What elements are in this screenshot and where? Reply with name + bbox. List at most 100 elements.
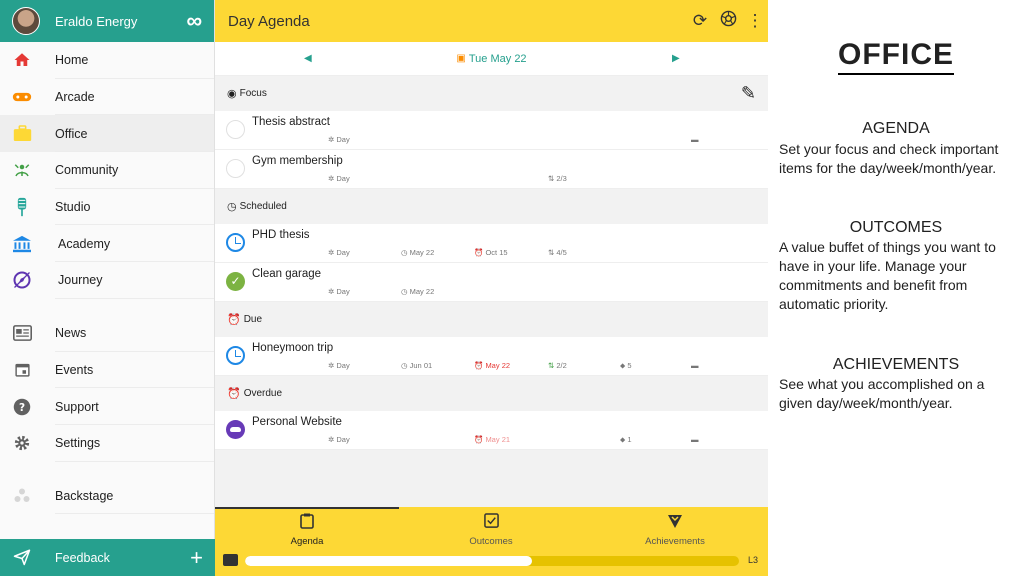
next-day-arrow-icon[interactable]: ▶ [672,53,680,64]
focus-icon: ◉ [227,88,237,100]
page-title: Day Agenda [228,12,310,30]
comment-icon: ▬ [691,135,699,144]
sidebar-item-label: Home [55,53,89,68]
backstage-icon [12,486,32,506]
tab-agenda[interactable]: Agenda [215,513,399,547]
task-date-label: Jun 01 [409,361,433,370]
sidebar-header: Eraldo Energy ∞ [0,0,214,42]
section-title: Focus [239,88,267,99]
task-deadline-label: May 21 [485,435,511,444]
check-circle-outline-icon[interactable] [226,159,245,178]
sidebar-item-academy[interactable]: Academy [0,225,214,262]
task-deadline: ⏰ May 21 [474,435,511,444]
microphone-icon [12,197,32,217]
clock-status-icon[interactable] [226,233,245,252]
clipboard-icon [215,513,399,531]
task-name: Clean garage [252,268,322,280]
section-header-scheduled: ◷ Scheduled [215,189,768,224]
task-name: Gym membership [252,155,343,167]
task-date: ◷ May 22 [401,287,435,296]
sidebar-item-label: Community [55,163,119,178]
achievements-description: See what you accomplished on a given day… [779,376,985,411]
task-steps: ⇅ 4/5 [548,248,567,257]
sidebar-item-news[interactable]: News [0,315,214,352]
svg-text:?: ? [19,401,25,413]
tab-label: Agenda [290,536,324,547]
task-steps-label: 2/3 [556,174,567,183]
tab-label: Outcomes [469,536,513,547]
sidebar-item-label: Journey [58,273,103,288]
tab-achievements[interactable]: Achievements [583,513,767,547]
task-deadline: ⏰ Oct 15 [474,248,508,257]
compass-icon [12,270,32,290]
sidebar-item-community[interactable]: Community [0,152,214,189]
task-scope: ✲ Day [328,174,350,183]
section-title: Due [243,314,263,325]
task-deadline-label: May 22 [485,361,511,370]
refresh-icon[interactable]: ⟳ [686,11,714,31]
comment-icon: ▬ [691,435,699,444]
avatar[interactable] [12,7,40,35]
task-row[interactable]: Gym membership ✲ Day ⇅ 2/3 [215,150,768,189]
task-row[interactable]: Thesis abstract ✲ Day ▬ [215,111,768,150]
main-content: Day Agenda ⟳ ⋮ ◀ ▣ Tue May 22 ▶ ◉ Focus … [215,0,768,576]
prev-day-arrow-icon[interactable]: ◀ [304,53,312,64]
task-scope-label: Day [336,248,350,257]
briefcase-icon [12,124,32,144]
sidebar-item-arcade[interactable]: Arcade [0,79,214,116]
sidebar-item-home[interactable]: Home [0,42,214,79]
feedback-button[interactable]: Feedback + [0,539,215,576]
current-date[interactable]: Tue May 22 [469,53,527,65]
alarm-icon: ⏰ [227,314,241,326]
sidebar-item-studio[interactable]: Studio [0,189,214,226]
task-date: ◷ May 22 [401,248,435,257]
edit-icon[interactable]: ✎ [741,83,756,104]
sidebar-item-backstage[interactable]: Backstage [0,478,214,515]
infinity-icon[interactable]: ∞ [186,10,202,32]
clock-icon: ◷ [227,201,237,213]
task-row[interactable]: Personal Website ✲ Day ⏰ May 21 ⬥ 1 ▬ [215,411,768,450]
panel-title: OFFICE [768,38,1024,75]
check-circle-icon[interactable]: ✓ [226,272,245,291]
cloud-status-icon[interactable] [226,420,245,439]
clock-status-icon[interactable] [226,346,245,365]
task-scope-label: Day [336,135,350,144]
task-deadline: ⏰ May 22 [474,361,511,370]
academy-icon [12,234,32,254]
task-scope-label: Day [336,361,350,370]
calendar-icon: ▣ [456,53,466,64]
app-bar: Day Agenda ⟳ ⋮ [215,0,768,42]
task-deadline-label: Oct 15 [485,248,508,257]
add-icon[interactable]: + [190,546,203,569]
task-date-label: May 22 [409,248,435,257]
task-date-label: May 22 [409,287,435,296]
task-date: ◷ Jun 01 [401,361,433,370]
help-icon: ? [12,397,32,417]
sidebar: Eraldo Energy ∞ Home Arcade Office Commu… [0,0,215,576]
info-panel: OFFICE AGENDA Set your focus and check i… [768,0,1024,576]
sidebar-item-events[interactable]: Events [0,352,214,389]
task-row[interactable]: Honeymoon trip ✲ Day ◷ Jun 01 ⏰ May 22 ⇅… [215,337,768,376]
task-row[interactable]: ✓ Clean garage ✲ Day ◷ May 22 [215,263,768,302]
sidebar-item-label: Backstage [55,488,114,503]
sidebar-item-label: Academy [58,236,111,251]
active-tab-indicator [215,507,399,509]
comment-icon: ▬ [691,361,699,370]
tab-outcomes[interactable]: Outcomes [399,513,583,547]
sidebar-item-journey[interactable]: Journey [0,262,214,299]
level-label: L3 [747,555,758,565]
feedback-label: Feedback [55,550,110,565]
task-scope: ✲ Day [328,435,350,444]
date-navigator: ◀ ▣ Tue May 22 ▶ [215,42,768,76]
agenda-description: Set your focus and check important items… [779,141,999,176]
more-vert-icon[interactable]: ⋮ [742,11,768,31]
sidebar-item-support[interactable]: ? Support [0,388,214,425]
check-circle-outline-icon[interactable] [226,120,245,139]
sidebar-item-office[interactable]: Office [0,115,214,153]
task-scope-label: Day [336,287,350,296]
aperture-icon[interactable] [714,10,742,32]
gear-icon [12,433,32,453]
sidebar-item-settings[interactable]: Settings [0,425,214,462]
newspaper-icon [12,323,32,343]
task-row[interactable]: PHD thesis ✲ Day ◷ May 22 ⏰ Oct 15 ⇅ 4/5 [215,224,768,263]
